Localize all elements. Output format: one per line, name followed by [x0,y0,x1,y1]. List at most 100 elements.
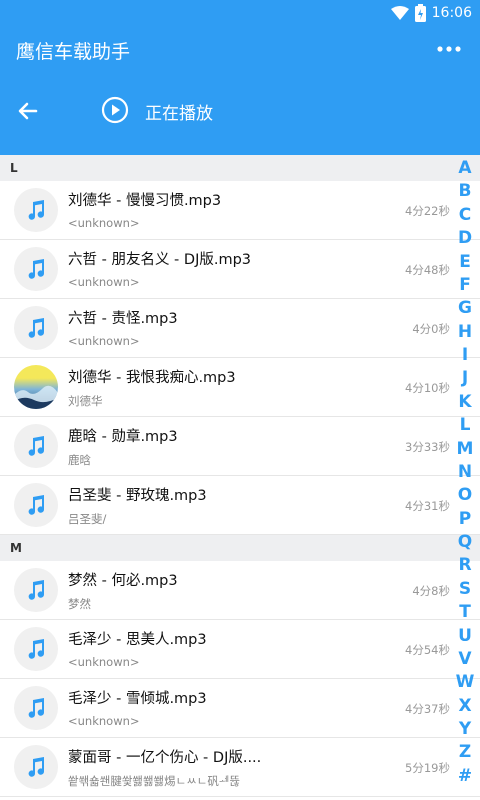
song-cover [14,483,58,527]
index-letter-p[interactable]: P [459,510,471,528]
song-title: 刘德华 - 慢慢习惯.mp3 [68,193,222,209]
song-row[interactable]: 六哲 - 责怪.mp3 <unknown> 4分0秒 [0,299,480,358]
song-cover [14,745,58,789]
song-list[interactable]: L 刘德华 - 慢慢习惯.mp3 <unknown> 4分22秒 六哲 - 朋友… [0,155,480,800]
index-letter-r[interactable]: R [458,557,471,574]
music-note-icon [28,757,45,777]
song-row[interactable]: 吕圣斐 - 野玫瑰.mp3 吕圣斐/ 4分31秒 [0,476,480,535]
index-letter-h[interactable]: H [458,323,472,341]
song-duration: 4分54秒 [405,643,450,657]
song-cover [14,424,58,468]
index-letter-l[interactable]: L [460,417,471,434]
song-row[interactable]: 六哲 - 朋友名义 - DJ版.mp3 <unknown> 4分48秒 [0,240,480,299]
song-title: 蒙面哥 - 一亿个伤心 - DJ版.... [68,750,262,766]
index-letter-f[interactable]: F [459,276,471,294]
song-duration: 4分48秒 [405,263,450,277]
app-bar: 鹰信车载助手 正在播放 [0,25,480,155]
back-button[interactable] [14,97,42,125]
song-artist: 鹿晗 [68,453,91,467]
music-note-icon [28,200,45,220]
song-artist: <unknown> [68,334,140,348]
index-letter-i[interactable]: I [462,347,468,364]
song-row[interactable]: 毛泽少 - 雪倾城.mp3 <unknown> 4分37秒 [0,679,480,738]
song-artist: 吕圣斐/ [68,512,107,526]
index-letter-s[interactable]: S [459,580,471,598]
song-artist: <unknown> [68,714,140,728]
song-title: 梦然 - 何必.mp3 [68,573,178,589]
index-letter-w[interactable]: W [456,674,475,691]
song-title: 吕圣斐 - 野玫瑰.mp3 [68,488,207,504]
music-note-icon [28,580,45,600]
song-title: 毛泽少 - 思美人.mp3 [68,632,207,648]
index-letter-u[interactable]: U [458,627,472,645]
song-title: 六哲 - 责怪.mp3 [68,311,178,327]
song-cover [14,247,58,291]
song-duration: 4分8秒 [412,584,450,598]
index-letter-o[interactable]: O [458,487,472,504]
section-header: M [0,535,480,561]
index-letter-a[interactable]: A [458,160,471,177]
now-playing-label[interactable]: 正在播放 [145,99,213,124]
index-letter-k[interactable]: K [458,393,471,411]
index-letter-m[interactable]: M [457,440,474,458]
music-note-icon [28,698,45,718]
song-cover [14,306,58,350]
wifi-icon [390,6,409,20]
arrow-left-icon [18,102,38,120]
more-options-button[interactable] [436,37,462,61]
song-title: 刘德华 - 我恨我痴心.mp3 [68,370,236,386]
song-duration: 4分31秒 [405,499,450,513]
index-letter-e[interactable]: E [459,253,471,271]
song-artist: 쐍쐒숇쐔腱쐋쐟쐟쐟焬ㄴㅆㄴ矾ᆀ뜒 [68,774,241,788]
song-cover [14,686,58,730]
song-row[interactable]: 蒙面哥 - 一亿个伤心 - DJ版.... 쐍쐒숇쐔腱쐋쐟쐟쐟焬ㄴㅆㄴ矾ᆀ뜒 5… [0,738,480,797]
more-dots-icon [437,46,461,52]
index-letter-c[interactable]: C [459,206,471,224]
index-letter-hash[interactable]: # [458,767,472,785]
section-header: L [0,155,480,181]
index-letter-x[interactable]: X [458,697,471,715]
song-artist: <unknown> [68,216,140,230]
song-title: 毛泽少 - 雪倾城.mp3 [68,691,207,707]
index-letter-b[interactable]: B [459,183,472,200]
index-letter-d[interactable]: D [458,230,472,247]
song-duration: 5分19秒 [405,761,450,775]
song-duration: 4分37秒 [405,702,450,716]
status-time: 16:06 [431,5,472,21]
alphabet-index-bar[interactable]: A B C D E F G H I J K L M N O P Q R S T … [450,160,480,785]
song-artist: <unknown> [68,275,140,289]
index-letter-v[interactable]: V [458,650,471,668]
index-letter-t[interactable]: T [459,604,471,621]
play-circle-icon [101,96,129,124]
song-artist: 刘德华 [68,394,103,408]
song-cover [14,627,58,671]
index-letter-g[interactable]: G [458,300,472,317]
music-note-icon [28,639,45,659]
song-row[interactable]: 刘德华 - 慢慢习惯.mp3 <unknown> 4分22秒 [0,181,480,240]
song-duration: 4分10秒 [405,381,450,395]
status-bar: 16:06 [0,0,480,25]
song-cover [14,568,58,612]
song-row[interactable]: 鹿晗 - 勋章.mp3 鹿晗 3分33秒 [0,417,480,476]
music-note-icon [28,436,45,456]
song-title: 鹿晗 - 勋章.mp3 [68,429,178,445]
song-title: 六哲 - 朋友名义 - DJ版.mp3 [68,252,252,268]
music-note-icon [28,318,45,338]
song-artist: <unknown> [68,655,140,669]
song-row[interactable]: 毛泽少 - 思美人.mp3 <unknown> 4分54秒 [0,620,480,679]
song-duration: 4分22秒 [405,204,450,218]
battery-icon [414,4,426,22]
index-letter-q[interactable]: Q [458,534,472,551]
index-letter-j[interactable]: J [462,370,468,387]
song-row[interactable]: 刘德华 - 我恨我痴心.mp3 刘德华 4分10秒 [0,358,480,417]
play-button[interactable] [100,95,130,125]
song-duration: 3分33秒 [405,440,450,454]
song-row[interactable]: 梦然 - 何必.mp3 梦然 4分8秒 [0,561,480,620]
index-letter-y[interactable]: Y [459,721,471,738]
status-icons: 16:06 [390,3,472,23]
index-letter-z[interactable]: Z [459,744,471,761]
music-note-icon [28,495,45,515]
album-art-photo [14,365,58,409]
index-letter-n[interactable]: N [458,463,472,481]
album-art-image [14,385,58,409]
